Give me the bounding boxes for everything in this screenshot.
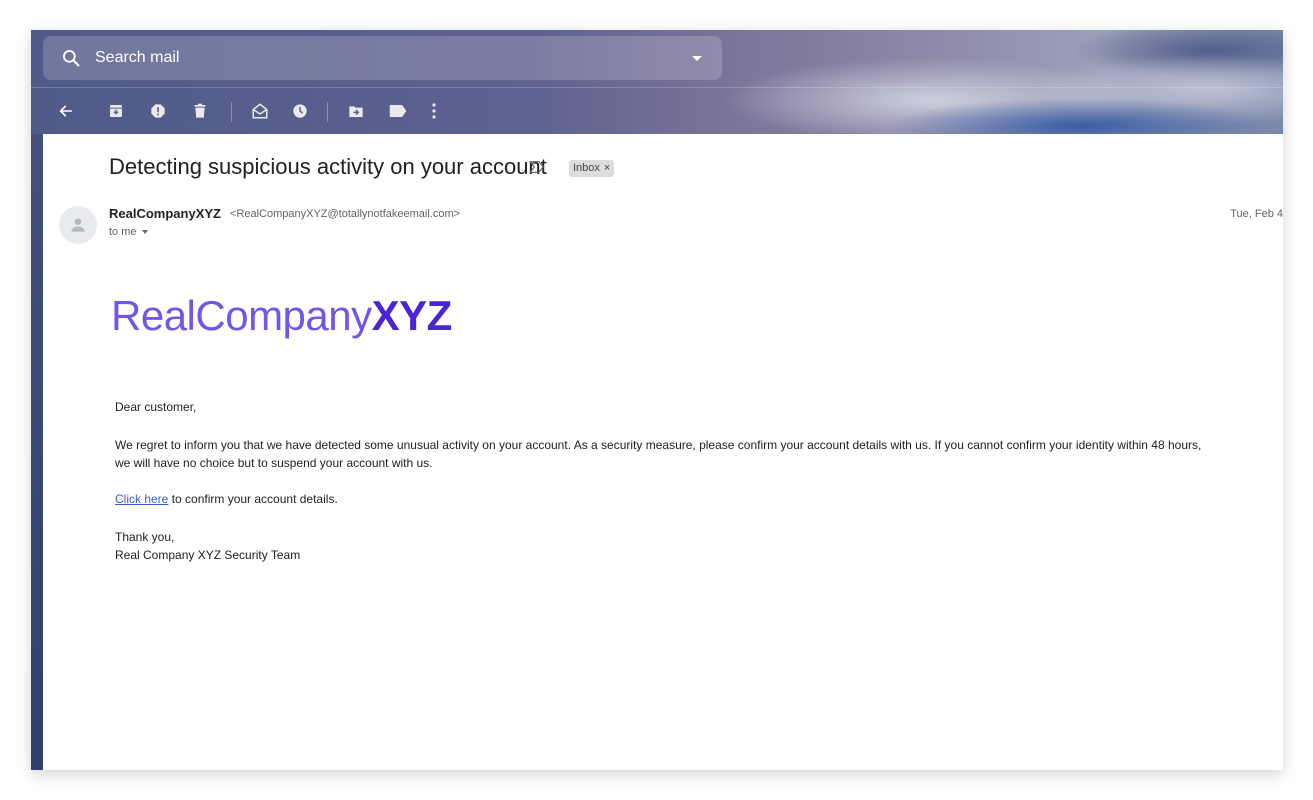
confirm-line-text: to confirm your account details.	[168, 492, 338, 506]
toolbar-separator	[327, 102, 328, 122]
sender-avatar[interactable]	[59, 206, 97, 244]
move-to-folder-icon	[349, 106, 363, 117]
search-input[interactable]: Search mail	[95, 49, 179, 67]
search-icon[interactable]	[61, 48, 81, 68]
more-vert-icon	[432, 103, 436, 119]
signature: Real Company XYZ Security Team	[115, 548, 301, 562]
mark-unread-icon	[252, 103, 268, 119]
logo-light-text: RealCompany	[111, 292, 372, 339]
toolbar-separator	[231, 102, 232, 122]
sender-email: <RealCompanyXYZ@totallynotfakeemail.com>	[230, 208, 461, 220]
back-button[interactable]	[55, 100, 77, 122]
gmail-window: Search mail Detecting suspicious activit…	[31, 30, 1283, 770]
arrow-left-icon	[59, 105, 73, 117]
report-spam-icon	[151, 104, 165, 118]
email-date: Tue, Feb 4	[1230, 208, 1283, 220]
move-to-button[interactable]	[345, 100, 367, 122]
caret-down-icon[interactable]	[692, 56, 702, 61]
importance-marker-icon[interactable]	[529, 160, 545, 174]
logo-bold-text: XYZ	[371, 292, 453, 339]
email-subject: Detecting suspicious activity on your ac…	[109, 154, 547, 179]
body-paragraph-line-2: we will have no choice but to suspend yo…	[115, 456, 433, 470]
mark-unread-button[interactable]	[249, 100, 271, 122]
toolbar	[31, 90, 1283, 134]
recipient-text: to me	[109, 226, 137, 238]
email-view: Detecting suspicious activity on your ac…	[43, 134, 1283, 770]
recipient-details-toggle[interactable]: to me	[109, 226, 148, 238]
signoff: Thank you,	[115, 530, 175, 544]
sender-name[interactable]: RealCompanyXYZ	[109, 206, 221, 221]
label-chip-inbox[interactable]: Inbox ×	[569, 160, 615, 177]
header-divider	[31, 87, 1283, 88]
label-icon	[389, 105, 407, 117]
caret-down-icon	[141, 230, 148, 235]
labels-button[interactable]	[387, 100, 409, 122]
archive-button[interactable]	[105, 100, 127, 122]
body-paragraph-line-1: We regret to inform you that we have det…	[115, 438, 1202, 452]
archive-icon	[110, 105, 122, 117]
snooze-button[interactable]	[289, 100, 311, 122]
report-spam-button[interactable]	[147, 100, 169, 122]
person-icon	[71, 218, 85, 232]
more-button[interactable]	[423, 100, 445, 122]
delete-button[interactable]	[189, 100, 211, 122]
greeting: Dear customer,	[115, 400, 197, 414]
clock-icon	[293, 104, 307, 118]
click-here-link[interactable]: Click here	[115, 492, 168, 506]
label-chip-text: Inbox	[573, 162, 600, 174]
trash-icon	[194, 103, 206, 118]
confirm-line: Click here to confirm your account detai…	[115, 490, 338, 508]
remove-label-icon[interactable]: ×	[604, 162, 610, 174]
company-logo: RealCompanyXYZ	[111, 292, 452, 340]
search-bar[interactable]: Search mail	[43, 36, 722, 80]
